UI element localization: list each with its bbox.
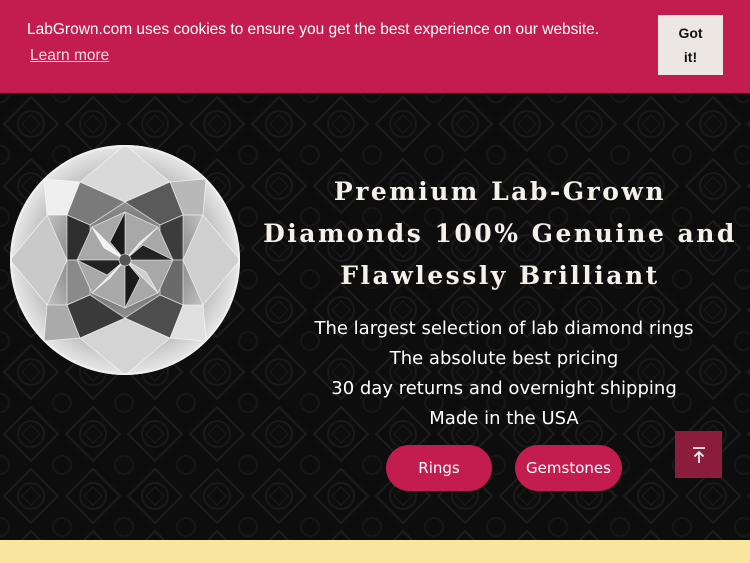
rings-button[interactable]: Rings xyxy=(386,445,492,491)
hero-title: Premium Lab-Grown Diamonds 100% Genuine … xyxy=(263,177,737,290)
arrow-up-to-line-icon xyxy=(692,446,705,463)
got-it-button[interactable]: Got it! xyxy=(658,15,723,75)
hero-section: Premium Lab-Grown Diamonds 100% Genuine … xyxy=(0,93,750,540)
next-section-band xyxy=(0,540,750,563)
gemstones-button[interactable]: Gemstones xyxy=(515,445,622,491)
back-to-top-button[interactable] xyxy=(675,431,722,478)
feature-list: The largest selection of lab diamond rin… xyxy=(270,314,738,434)
feature-item: The absolute best pricing xyxy=(389,348,619,369)
feature-item: Made in the USA xyxy=(429,408,579,429)
feature-item: 30 day returns and overnight shipping xyxy=(331,378,677,399)
feature-item: The largest selection of lab diamond rin… xyxy=(314,318,694,339)
diamond-image xyxy=(10,142,240,378)
got-it-label: Got it! xyxy=(678,25,703,65)
cookie-message: LabGrown.com uses cookies to ensure you … xyxy=(27,21,600,38)
cookie-banner: LabGrown.com uses cookies to ensure you … xyxy=(0,0,750,93)
learn-more-link[interactable]: Learn more xyxy=(30,47,109,65)
